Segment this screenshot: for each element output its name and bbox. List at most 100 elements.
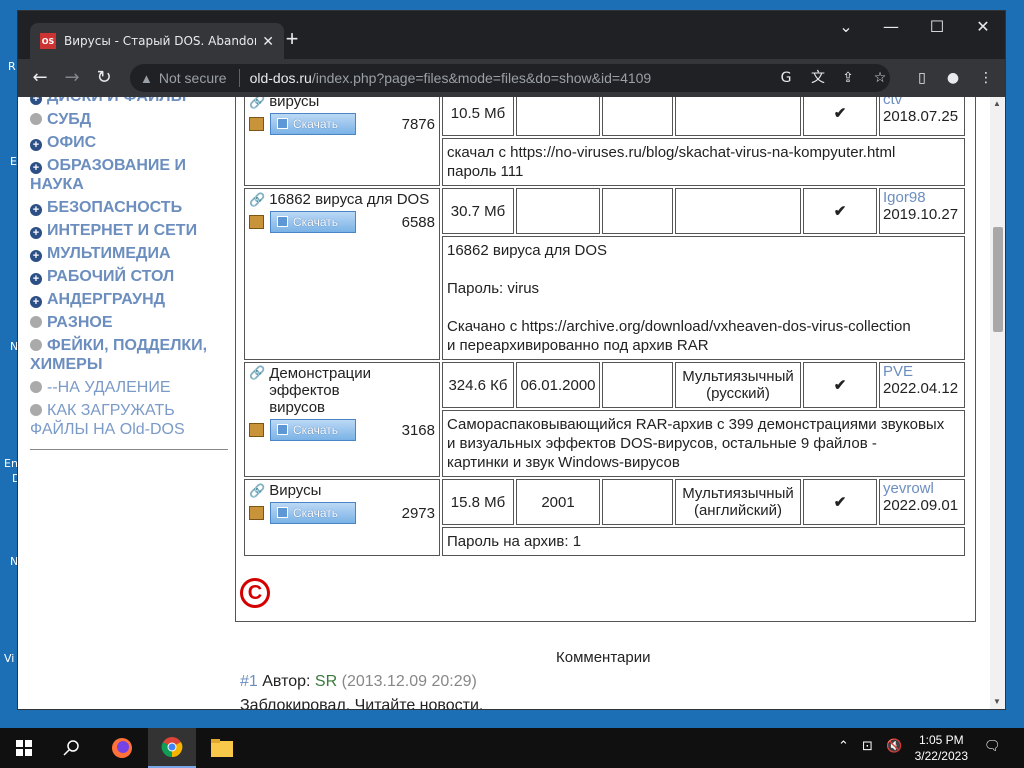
link-icon[interactable]: 🔗 [249,483,265,498]
expand-plus-icon: + [30,227,42,239]
link-icon[interactable]: 🔗 [249,192,265,207]
sidebar-item[interactable]: + ИНТЕРНЕТ И СЕТИ [30,221,230,240]
sidebar-item[interactable]: КАК ЗАГРУЖАТЬ ФАЙЛЫ НА Old-DOS [30,401,230,439]
scrollbar-thumb[interactable] [993,227,1003,332]
url-path: /index.php?page=files&mode=files&do=show… [311,70,652,86]
sidebar-item-label: ОБРАЗОВАНИЕ И НАУКА [30,157,187,193]
comment-author-link[interactable]: SR [315,673,337,690]
sidebar-item[interactable]: СУБД [30,110,230,129]
forward-arrow-icon[interactable]: → [60,66,84,90]
download-count: 3168 [401,421,435,439]
profile-icon[interactable]: ● [943,68,963,88]
back-arrow-icon[interactable]: ← [28,66,52,90]
uploader-link[interactable]: Igor98 [883,189,961,206]
side-panel-icon[interactable]: ▯ [912,68,932,88]
bookmark-star-icon[interactable]: ☆ [870,68,890,88]
sidebar-item[interactable]: + ОБРАЗОВАНИЕ И НАУКА [30,156,230,194]
expand-plus-icon: + [30,296,42,308]
file-explorer-icon[interactable] [198,728,246,768]
file-description: Пароль на архив: 1 [442,527,965,556]
download-button[interactable]: Скачать [270,211,356,233]
start-windows-icon[interactable] [0,728,48,768]
archive-box-icon [249,423,264,437]
scroll-up-arrow-icon[interactable]: ▲ [993,99,1001,108]
verified-check-icon: ✔ [803,188,877,234]
download-icon [277,118,288,129]
files-panel: 🔗 вирусы Скачать 7876 10.5 Мб ✔ ctv 2018.07… [235,97,976,622]
expand-plus-icon: + [30,204,42,216]
upload-date: 2018.07.25 [883,108,959,125]
translate-icon[interactable]: 文 [808,68,828,88]
sidebar-item[interactable]: + МУЛЬТИМЕДИА [30,244,230,263]
link-icon[interactable]: 🔗 [249,365,265,416]
sidebar-item-label: КАК ЗАГРУЖАТЬ ФАЙЛЫ НА Old-DOS [30,402,185,438]
verified-check-icon: ✔ [803,97,877,136]
security-label[interactable]: Not secure [159,70,227,86]
volume-muted-icon[interactable]: 🔇 [886,739,902,754]
sidebar-item[interactable]: + АНДЕРГРАУНД [30,290,230,309]
copyright-icon[interactable]: C [240,578,270,608]
firefox-icon[interactable] [98,728,146,768]
download-label: Скачать [293,117,338,131]
bullet-dot-icon [30,339,42,351]
sidebar-item-label: РАБОЧИЙ СТОЛ [47,268,175,285]
download-button[interactable]: Скачать [270,502,356,524]
file-name[interactable]: 16862 вируса для DOS [269,191,429,208]
file-name[interactable]: вирусы [269,97,319,110]
uploader-link[interactable]: PVE [883,363,961,380]
file-language: Мультиязычный (английский) [675,479,801,525]
file-name[interactable]: Вирусы [269,482,321,499]
download-icon [277,216,288,227]
tab-search-icon[interactable]: ⌄ [823,11,869,43]
vertical-scrollbar[interactable]: ▲ ▼ [990,97,1005,709]
download-button[interactable]: Скачать [270,419,356,441]
notifications-icon[interactable]: 🗨 [984,739,1001,754]
browser-tab[interactable]: OS Вирусы - Старый DOS. Abandonware ✕ [30,23,284,59]
sidebar-item[interactable]: + ДИСКИ И ФАЙЛЫ [30,97,230,106]
sidebar-item[interactable]: --НА УДАЛЕНИЕ [30,378,230,397]
new-tab-button[interactable]: + [278,25,306,53]
download-button[interactable]: Скачать [270,113,356,135]
chrome-icon[interactable] [148,728,196,768]
uploader-link[interactable]: ctv [883,97,961,108]
sidebar-item[interactable]: + БЕЗОПАСНОСТЬ [30,198,230,217]
browser-window: OS Вирусы - Старый DOS. Abandonware ✕ + … [17,10,1006,710]
sidebar-item[interactable]: ФЕЙКИ, ПОДДЕЛКИ, ХИМЕРЫ [30,336,230,374]
description-line: пароль 111 [447,163,524,180]
comment-number-link[interactable]: #1 [240,673,258,690]
file-name[interactable]: Демонстрации эффектов вирусов [269,365,389,416]
description-line: Самораспаковывающийся RAR-архив с 399 де… [447,416,945,433]
site-favicon-icon: OS [40,33,56,49]
link-icon[interactable]: 🔗 [249,97,265,109]
close-window-button[interactable]: ✕ [960,11,1005,43]
download-label: Скачать [293,423,338,437]
sidebar-item-label: ДИСКИ И ФАЙЛЫ [47,97,186,105]
network-icon[interactable]: ⊡ [862,739,873,754]
taskbar-clock[interactable]: 1:05 PM 3/22/2023 [915,732,968,764]
sidebar-item[interactable]: + РАБОЧИЙ СТОЛ [30,267,230,286]
menu-kebab-icon[interactable]: ⋮ [976,68,996,88]
maximize-button[interactable]: ☐ [914,11,960,43]
minimize-button[interactable]: — [868,11,914,43]
archive-box-icon [249,506,264,520]
share-icon[interactable]: ⇪ [838,68,858,88]
omnibox-separator [238,69,240,87]
sidebar-item[interactable]: РАЗНОЕ [30,313,230,332]
file-name-cell: 🔗 Демонстрации эффектов вирусов Скачать 31… [244,362,440,477]
scroll-down-arrow-icon[interactable]: ▼ [993,697,1001,706]
reload-icon[interactable]: ↻ [92,66,116,90]
description-line: картинки и звук Windows-вирусов [447,454,680,471]
tray-chevron-icon[interactable]: ⌃ [838,739,849,754]
desktop-label: Vi [4,652,15,665]
google-icon[interactable]: G [776,68,796,88]
comment-meta: #1 Автор: SR (2013.12.09 20:29) [240,673,477,691]
browser-toolbar: ← → ↻ ▲ Not secure old-dos.ru/index.php?… [18,59,1005,97]
expand-plus-icon: + [30,273,42,285]
file-date [516,97,600,136]
uploader-link[interactable]: yevrowl [883,480,961,497]
table-row: 🔗 Вирусы Скачать 2973 15.8 Мб 2001 Мультия… [244,479,965,556]
tab-close-icon[interactable]: ✕ [262,33,274,50]
download-count: 7876 [401,115,435,133]
sidebar-item[interactable]: + ОФИС [30,133,230,152]
search-icon[interactable] [48,728,96,768]
